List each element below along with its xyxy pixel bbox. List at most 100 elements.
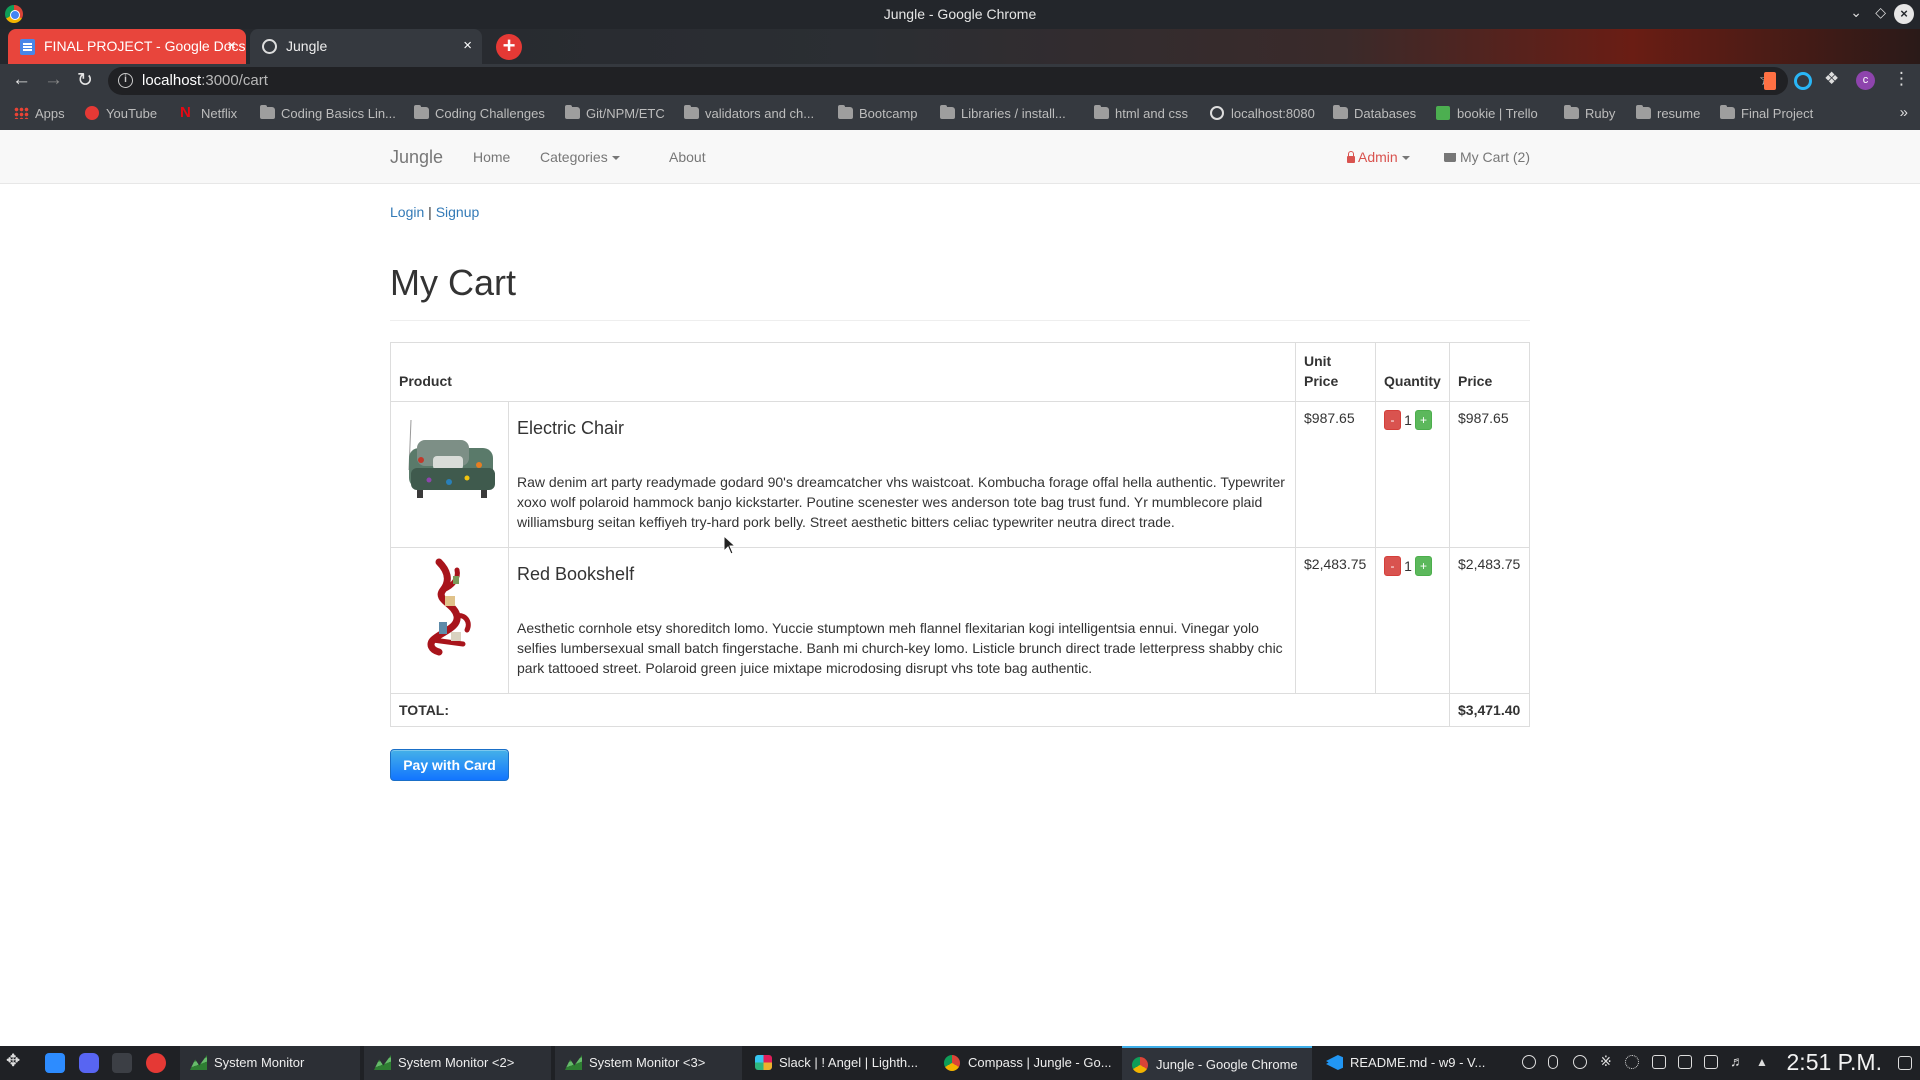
display-icon[interactable] <box>1652 1055 1666 1069</box>
bookmark-ruby[interactable]: Ruby <box>1564 105 1615 121</box>
slack-tray-icon[interactable] <box>1625 1055 1639 1069</box>
bookmark-coding-basics[interactable]: Coding Basics Lin... <box>260 105 396 121</box>
window-title: Jungle - Google Chrome <box>883 6 1037 22</box>
menu-kebab-icon[interactable]: ⋮ <box>1893 69 1910 89</box>
decrease-quantity-button[interactable]: - <box>1384 556 1401 576</box>
task-jungle-chrome[interactable]: Jungle - Google Chrome <box>1122 1046 1312 1080</box>
bookmark-libraries[interactable]: Libraries / install... <box>940 105 1066 121</box>
folder-icon <box>1333 105 1348 119</box>
bookmark-localhost-8080[interactable]: localhost:8080 <box>1210 106 1315 121</box>
system-monitor-icon <box>190 1055 207 1070</box>
product-name: Red Bookshelf <box>517 564 635 584</box>
task-vscode-readme[interactable]: README.md - w9 - V... <box>1316 1046 1506 1080</box>
task-slack[interactable]: Slack | ! Angel | Lighth... <box>745 1046 930 1080</box>
youtube-music-icon[interactable] <box>146 1053 166 1073</box>
tray-update-icon[interactable] <box>1573 1055 1587 1069</box>
product-description-cell: Electric Chair Raw denim art party ready… <box>508 401 1296 548</box>
terminal-icon[interactable] <box>112 1053 132 1073</box>
bookmark-final-project[interactable]: Final Project <box>1720 105 1813 121</box>
bluetooth-icon[interactable]: ※ <box>1600 1053 1614 1069</box>
caret-down-icon <box>611 156 620 161</box>
bookmark-apps[interactable]: Apps <box>14 106 65 121</box>
tray-expand-icon[interactable]: ▲ <box>1756 1055 1770 1069</box>
youtube-icon <box>85 106 99 120</box>
task-system-monitor-2[interactable]: System Monitor <2> <box>364 1046 551 1080</box>
bookmark-netflix[interactable]: N Netflix <box>180 104 237 121</box>
header-unit-price: Unit Price <box>1295 342 1376 402</box>
signup-link[interactable]: Signup <box>436 204 480 220</box>
bookmark-resume[interactable]: resume <box>1636 105 1700 121</box>
header-price: Price <box>1449 342 1530 402</box>
shopping-cart-icon <box>1444 153 1456 162</box>
header-product: Product <box>390 342 1296 402</box>
bookmark-git-npm[interactable]: Git/NPM/ETC <box>565 105 665 121</box>
bookmark-html-css[interactable]: html and css <box>1094 105 1188 121</box>
minimize-icon[interactable]: ⌄ <box>1850 4 1862 21</box>
extension-sync-icon[interactable] <box>1794 72 1812 90</box>
tab-jungle[interactable]: Jungle × <box>250 29 482 64</box>
task-compass-chrome[interactable]: Compass | Jungle - Go... <box>934 1046 1118 1080</box>
bookmark-coding-challenges[interactable]: Coding Challenges <box>414 105 545 121</box>
nav-categories[interactable]: Categories <box>540 149 620 165</box>
volume-icon[interactable]: ♬ <box>1730 1053 1744 1069</box>
maximize-icon[interactable]: ◇ <box>1875 4 1886 21</box>
back-arrow-icon[interactable]: ← <box>12 69 31 91</box>
new-tab-button[interactable]: + <box>496 34 522 60</box>
nav-about[interactable]: About <box>669 149 706 165</box>
electric-chair-image[interactable] <box>399 410 499 510</box>
decrease-quantity-button[interactable]: - <box>1384 410 1401 430</box>
total-value: $3,471.40 <box>1449 693 1530 727</box>
page-title: My Cart <box>390 262 516 303</box>
more-bookmarks-icon[interactable]: » <box>1900 104 1908 121</box>
product-description: Aesthetic cornhole etsy shoreditch lomo.… <box>517 620 1283 676</box>
pay-with-card-button[interactable]: Pay with Card <box>390 749 509 781</box>
increase-quantity-button[interactable]: + <box>1415 410 1432 430</box>
login-link[interactable]: Login <box>390 204 424 220</box>
tab-close-icon[interactable]: × <box>227 37 236 54</box>
bookmark-databases[interactable]: Databases <box>1333 105 1416 121</box>
red-bookshelf-image[interactable] <box>399 556 499 656</box>
folder-icon <box>260 105 275 119</box>
nav-home[interactable]: Home <box>473 149 510 165</box>
nav-my-cart[interactable]: My Cart (2) <box>1444 149 1530 165</box>
battery-icon[interactable] <box>1704 1055 1718 1069</box>
discord-icon[interactable] <box>79 1053 99 1073</box>
tab-final-project[interactable]: FINAL PROJECT - Google Docs × <box>8 29 246 64</box>
product-image-cell <box>390 401 509 548</box>
total-label: TOTAL: <box>390 693 1450 727</box>
system-clock[interactable]: 2:51 P.M. <box>1787 1049 1882 1076</box>
folder-icon <box>1636 105 1651 119</box>
navbar-brand[interactable]: Jungle <box>390 147 443 168</box>
bookmark-validators[interactable]: validators and ch... <box>684 105 814 121</box>
nav-admin[interactable]: Admin <box>1347 149 1410 165</box>
extension-brave-icon[interactable] <box>1764 72 1776 90</box>
apps-grid-icon <box>14 107 29 119</box>
show-desktop-icon[interactable] <box>1898 1056 1912 1070</box>
bookmark-youtube[interactable]: YouTube <box>85 106 157 121</box>
window-close-icon[interactable]: × <box>1894 4 1914 24</box>
address-bar[interactable]: i localhost:3000/cart ☆ <box>108 67 1788 95</box>
forward-arrow-icon[interactable]: → <box>44 69 63 91</box>
clipboard-icon[interactable] <box>1678 1055 1692 1069</box>
cart-row: Red Bookshelf Aesthetic cornhole etsy sh… <box>390 547 1530 694</box>
site-info-icon[interactable]: i <box>118 73 133 88</box>
zoom-icon[interactable] <box>45 1053 65 1073</box>
profile-avatar-icon[interactable]: c <box>1856 71 1875 90</box>
increase-quantity-button[interactable]: + <box>1415 556 1432 576</box>
tab-close-icon[interactable]: × <box>463 37 472 54</box>
app-launcher-icon[interactable]: ✥ <box>6 1051 26 1071</box>
url-text[interactable]: localhost:3000/cart <box>142 72 268 89</box>
tray-status-icon[interactable] <box>1522 1055 1536 1069</box>
task-system-monitor-3[interactable]: System Monitor <3> <box>555 1046 742 1080</box>
vscode-icon <box>1326 1055 1343 1070</box>
task-system-monitor[interactable]: System Monitor <box>180 1046 360 1080</box>
tab-label: Jungle <box>286 38 328 54</box>
bookmark-bootcamp[interactable]: Bootcamp <box>838 105 918 121</box>
system-monitor-icon <box>565 1055 582 1070</box>
extensions-puzzle-icon[interactable]: ❖ <box>1824 69 1839 89</box>
chrome-icon <box>1132 1057 1148 1073</box>
folder-icon <box>565 105 580 119</box>
bookmark-bookie-trello[interactable]: bookie | Trello <box>1436 106 1538 121</box>
microphone-icon[interactable] <box>1548 1055 1558 1069</box>
reload-icon[interactable]: ↻ <box>77 69 93 92</box>
